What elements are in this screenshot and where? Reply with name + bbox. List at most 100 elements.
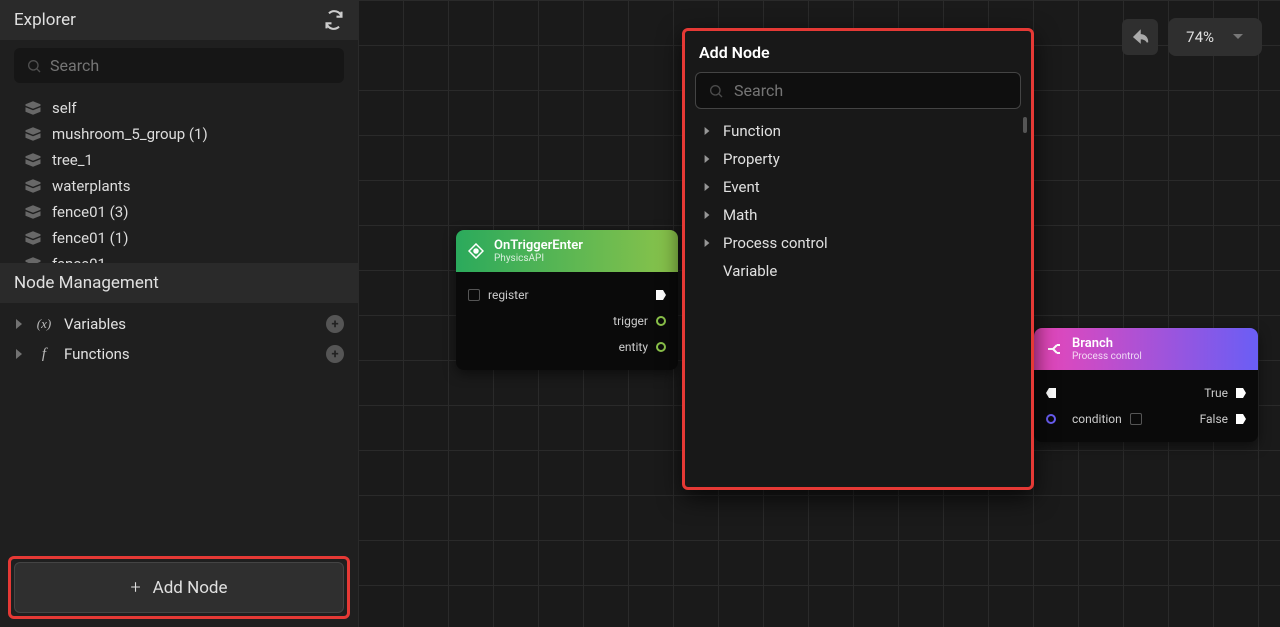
data-port-in[interactable] [1046, 414, 1056, 424]
node-input-row[interactable]: register [468, 282, 666, 308]
checkbox[interactable] [468, 289, 480, 301]
explorer-item[interactable]: mushroom_5_group (1) [0, 121, 358, 147]
node-header[interactable]: OnTriggerEnter PhysicsAPI [456, 230, 678, 272]
box-icon [24, 231, 42, 245]
box-icon [24, 205, 42, 219]
node-output-row[interactable]: entity [468, 334, 666, 360]
port-label: True [1204, 386, 1228, 400]
category-math[interactable]: Math [695, 201, 1021, 229]
variables-icon: (x) [34, 316, 54, 332]
category-property[interactable]: Property [695, 145, 1021, 173]
search-icon [26, 58, 42, 74]
top-controls: 74% [1122, 18, 1262, 56]
chevron-right-icon [703, 155, 711, 163]
add-node-button-highlight: + Add Node [8, 556, 350, 619]
explorer-item[interactable]: self [0, 95, 358, 121]
node-output-row[interactable]: trigger [468, 308, 666, 334]
diamond-icon [468, 243, 484, 259]
category-event[interactable]: Event [695, 173, 1021, 201]
port-label: entity [619, 340, 648, 354]
category-function[interactable]: Function [695, 117, 1021, 145]
explorer-item-label: tree_1 [52, 151, 93, 169]
add-node-search-input[interactable] [734, 81, 1008, 100]
box-icon [24, 127, 42, 141]
exec-port-out[interactable] [1236, 414, 1246, 424]
canvas[interactable]: 74% OnTriggerEnter PhysicsAPI register t… [358, 0, 1280, 627]
branch-icon [1046, 341, 1062, 357]
add-function-button[interactable]: + [326, 345, 344, 363]
node-mgmt-label: Functions [64, 345, 130, 363]
node-subtitle: PhysicsAPI [494, 253, 583, 264]
explorer-item-label: mushroom_5_group (1) [52, 125, 208, 143]
exec-port-out[interactable] [1236, 388, 1246, 398]
add-variable-button[interactable]: + [326, 315, 344, 333]
explorer-title: Explorer [14, 10, 76, 30]
category-label: Event [723, 178, 760, 196]
node-header[interactable]: Branch Process control [1034, 328, 1258, 370]
node-branch[interactable]: Branch Process control True condition [1034, 328, 1258, 442]
chevron-right-icon [14, 349, 24, 359]
explorer-list[interactable]: self mushroom_5_group (1) tree_1 waterpl… [0, 91, 358, 263]
refresh-icon[interactable] [324, 10, 344, 30]
explorer-item-label: fence01 (1) [52, 229, 128, 247]
chevron-right-icon [14, 319, 24, 329]
port-label: trigger [613, 314, 648, 328]
category-process-control[interactable]: Process control [695, 229, 1021, 257]
box-icon [24, 257, 42, 263]
add-node-panel-title: Add Node [695, 43, 1021, 62]
explorer-item[interactable]: tree_1 [0, 147, 358, 173]
explorer-header: Explorer [0, 0, 358, 40]
explorer-item[interactable]: waterplants [0, 173, 358, 199]
sidebar: Explorer self mushroom_5_group (1) tree_… [0, 0, 358, 627]
category-label: Variable [723, 262, 777, 280]
data-port-out[interactable] [656, 316, 666, 326]
box-icon [24, 179, 42, 193]
node-mgmt-label: Variables [64, 315, 126, 333]
functions-icon: f [34, 346, 54, 363]
chevron-down-icon [1232, 33, 1244, 41]
box-icon [24, 101, 42, 115]
plus-icon: + [130, 577, 140, 598]
add-node-panel: Add Node Function Property Event Math [682, 28, 1034, 490]
port-label: False [1200, 412, 1228, 426]
add-node-button[interactable]: + Add Node [14, 562, 344, 613]
exec-port-in[interactable] [1046, 388, 1056, 398]
explorer-item[interactable]: fence01 (3) [0, 199, 358, 225]
port-label: register [488, 288, 529, 302]
category-label: Process control [723, 234, 828, 252]
category-variable[interactable]: Variable [695, 257, 1021, 285]
share-icon [1131, 28, 1149, 46]
category-list: Function Property Event Math Process con… [695, 117, 1021, 285]
explorer-search[interactable] [14, 48, 344, 83]
explorer-search-input[interactable] [50, 56, 332, 75]
exec-port-out[interactable] [656, 290, 666, 300]
category-label: Function [723, 122, 781, 140]
explorer-item-label: fence01 [52, 255, 106, 263]
node-management-header: Node Management [0, 263, 358, 303]
explorer-item[interactable]: fence01 [0, 251, 358, 263]
share-button[interactable] [1122, 19, 1158, 55]
node-body: True condition False [1034, 370, 1258, 442]
search-icon [708, 83, 724, 99]
chevron-right-icon [703, 239, 711, 247]
node-row[interactable]: True [1046, 380, 1246, 406]
node-title: OnTriggerEnter [494, 238, 583, 253]
node-title: Branch [1072, 336, 1142, 351]
node-ontriggerenter[interactable]: OnTriggerEnter PhysicsAPI register trigg… [456, 230, 678, 370]
node-mgmt-variables[interactable]: (x) Variables + [0, 309, 358, 339]
add-node-search[interactable] [695, 72, 1021, 109]
node-body: register trigger entity [456, 272, 678, 370]
explorer-item-label: self [52, 99, 77, 117]
chevron-right-icon [703, 127, 711, 135]
checkbox[interactable] [1130, 413, 1142, 425]
data-port-out[interactable] [656, 342, 666, 352]
box-icon [24, 153, 42, 167]
node-row[interactable]: condition False [1046, 406, 1246, 432]
zoom-control[interactable]: 74% [1168, 18, 1262, 56]
add-node-button-label: Add Node [153, 578, 228, 598]
explorer-item[interactable]: fence01 (1) [0, 225, 358, 251]
category-label: Math [723, 206, 757, 224]
explorer-item-label: waterplants [52, 177, 131, 195]
node-mgmt-functions[interactable]: f Functions + [0, 339, 358, 369]
chevron-right-icon [703, 183, 711, 191]
